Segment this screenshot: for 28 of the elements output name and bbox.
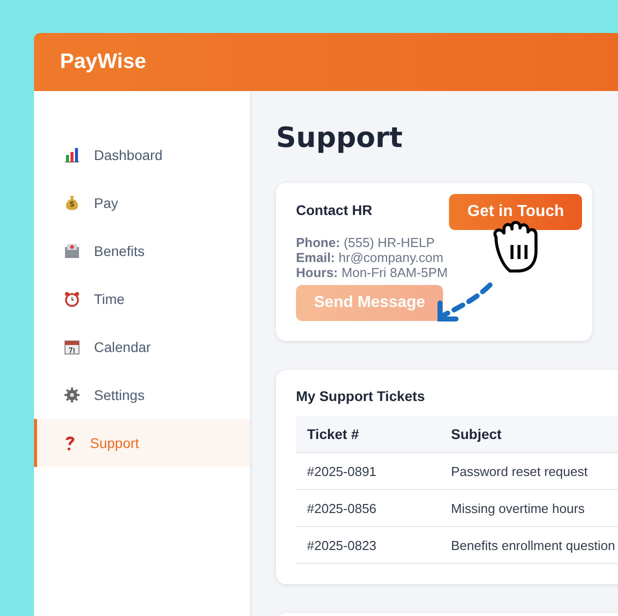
sidebar-item[interactable]: Benefits (34, 227, 250, 275)
sidebar-item[interactable]: Settings (34, 371, 250, 419)
sidebar-item[interactable]: Pay (34, 179, 250, 227)
column-header: Subject (440, 416, 618, 452)
contact-line: Hours: Mon-Fri 8AM-5PM (296, 265, 449, 280)
column-header: Ticket # (296, 416, 440, 452)
sidebar-item[interactable]: Dashboard (34, 131, 250, 179)
table-cell: #2025-0856 (296, 490, 440, 526)
bar-chart-icon (64, 147, 80, 163)
question-mark-icon (64, 435, 76, 451)
calendar-icon (64, 339, 80, 355)
money-bag-icon (64, 195, 80, 211)
app-logo: PayWise (60, 50, 146, 74)
contact-line: Phone: (555) HR-HELP (296, 235, 436, 250)
page-title: Support (276, 121, 404, 154)
table-cell: #2025-0891 (296, 452, 440, 490)
card-title: My Support Tickets (296, 388, 426, 404)
table-cell: #2025-0823 (296, 526, 440, 564)
gear-icon (64, 387, 80, 403)
table-cell: Password reset request (440, 452, 618, 490)
alarm-clock-icon (64, 291, 80, 307)
sidebar-item[interactable]: Calendar (34, 323, 250, 371)
card-title: Contact HR (296, 202, 372, 218)
table-cell: Missing overtime hours (440, 490, 618, 526)
contact-line: Email: hr@company.com (296, 250, 444, 265)
table-cell: Benefits enrollment question (440, 526, 618, 564)
first-aid-kit-icon (64, 243, 80, 259)
sidebar-item[interactable]: Time (34, 275, 250, 323)
